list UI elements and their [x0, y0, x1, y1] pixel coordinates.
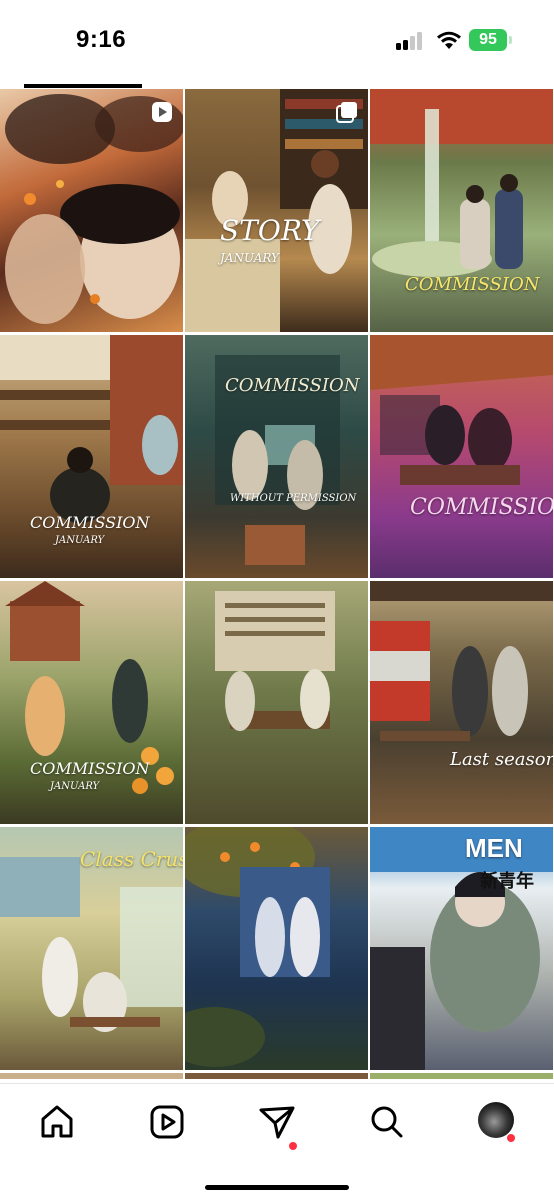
post-caption: Last season: [450, 749, 553, 770]
post-tile[interactable]: COMMISSION: [370, 89, 553, 332]
post-tile[interactable]: COMMISSION JANUARY: [0, 581, 183, 824]
active-tab-indicator: [24, 84, 142, 88]
post-artwork: [370, 827, 553, 1070]
search-icon[interactable]: [367, 1102, 407, 1142]
profile-avatar[interactable]: [478, 1102, 514, 1138]
post-artwork: [185, 827, 330, 1067]
battery-indicator: 95: [469, 29, 507, 51]
post-tile[interactable]: Last season: [370, 581, 553, 824]
wifi-icon: [437, 31, 461, 49]
post-tile[interactable]: COMMISSION WITHOUT PERMISSION: [185, 335, 368, 578]
post-artwork: [215, 355, 340, 565]
post-tile[interactable]: [370, 1073, 553, 1079]
post-caption: STORY: [220, 214, 320, 247]
send-icon[interactable]: [257, 1102, 297, 1142]
post-caption: COMMISSION: [30, 759, 150, 778]
post-caption: MEN: [465, 833, 523, 863]
reel-icon: [152, 102, 172, 122]
cellular-signal-icon: [396, 32, 426, 50]
post-tile[interactable]: [185, 827, 368, 1070]
bottom-navigation: [0, 1083, 554, 1201]
battery-cap: [509, 36, 512, 44]
post-tile[interactable]: [185, 581, 368, 824]
post-caption: Class Crush: [80, 847, 183, 871]
reels-icon[interactable]: [147, 1102, 187, 1142]
home-icon[interactable]: [37, 1102, 77, 1142]
messages-notification-dot: [289, 1142, 297, 1150]
post-subcaption: JANUARY: [220, 251, 279, 265]
status-bar: 9:16 95: [0, 0, 554, 84]
post-tile[interactable]: [0, 89, 183, 332]
status-time: 9:16: [76, 26, 127, 53]
post-artwork: [215, 591, 335, 731]
post-tile[interactable]: Class Crush: [0, 827, 183, 1070]
post-tile[interactable]: COMMISSION: [370, 335, 553, 578]
post-caption: COMMISSION: [410, 495, 553, 520]
post-tile[interactable]: COMMISSION JANUARY: [0, 335, 183, 578]
post-artwork: [370, 581, 553, 741]
post-subcaption: 新青年: [480, 871, 534, 892]
post-artwork: [185, 89, 368, 332]
post-subcaption: WITHOUT PERMISSION: [230, 493, 357, 504]
post-caption: COMMISSION: [30, 513, 150, 532]
carousel-icon: [336, 102, 357, 123]
home-indicator: [205, 1185, 349, 1190]
post-tile[interactable]: STORY JANUARY: [185, 89, 368, 332]
post-tile[interactable]: MEN 新青年: [370, 827, 553, 1070]
post-artwork: [5, 94, 183, 324]
post-artwork: [370, 335, 553, 485]
post-tile[interactable]: [185, 1073, 368, 1079]
post-artwork: [370, 89, 553, 277]
post-subcaption: JANUARY: [55, 535, 105, 546]
post-caption: COMMISSION: [405, 274, 540, 295]
post-caption: COMMISSION: [225, 375, 360, 396]
profile-notification-dot: [507, 1134, 515, 1142]
post-tile[interactable]: [0, 1073, 183, 1079]
post-subcaption: JANUARY: [50, 781, 100, 792]
posts-grid: STORY JANUARY COMMISSION COMMISSION JANU…: [0, 89, 554, 1079]
